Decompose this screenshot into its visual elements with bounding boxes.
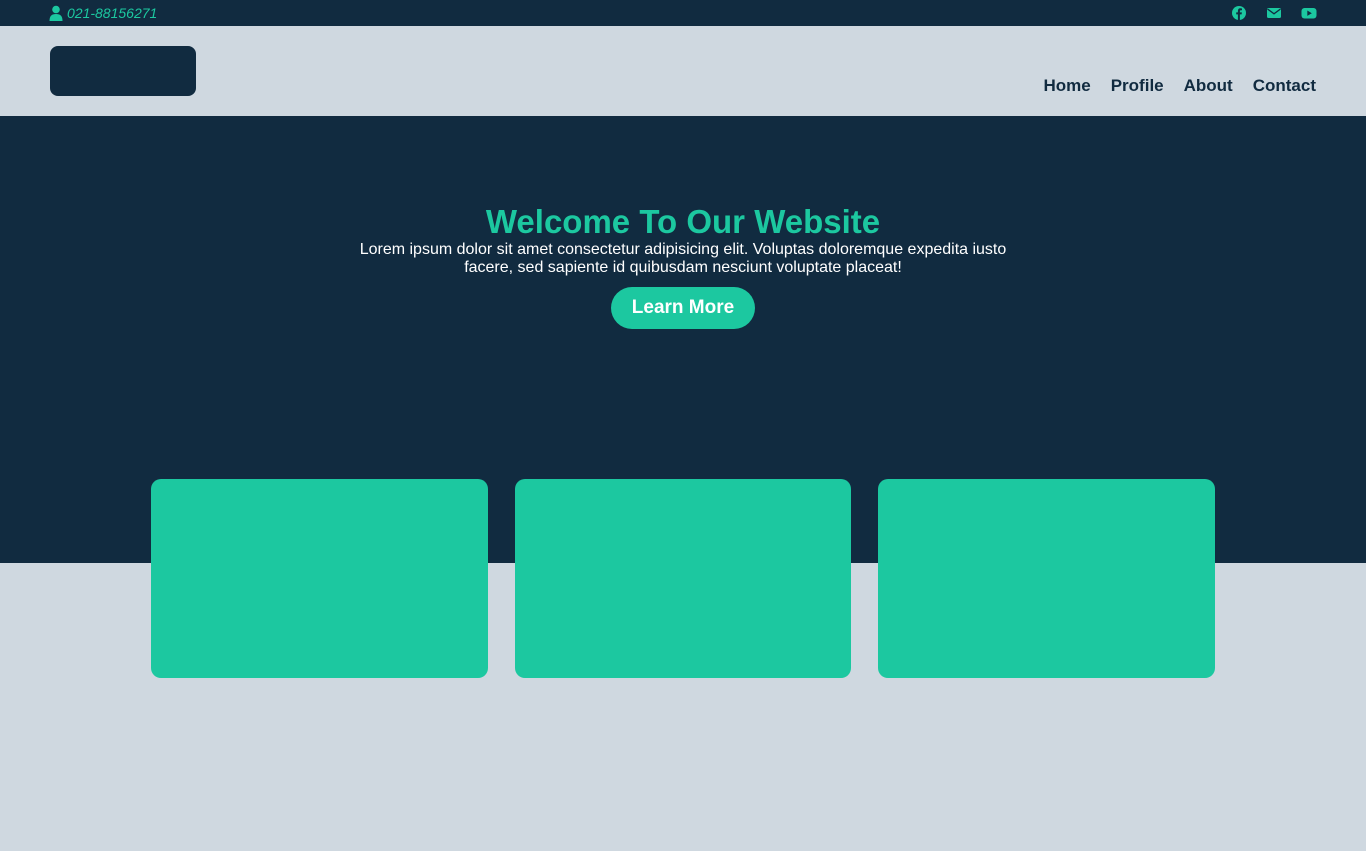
feature-card-1: [151, 479, 488, 678]
nav-about[interactable]: About: [1184, 76, 1233, 96]
hero-title: Welcome To Our Website: [485, 203, 881, 240]
hero-text: Lorem ipsum dolor sit amet consectetur a…: [359, 241, 1007, 276]
envelope-icon[interactable]: [1266, 5, 1282, 21]
top-bar: 021-88156271: [0, 0, 1366, 26]
social-links: [1231, 5, 1317, 21]
youtube-icon[interactable]: [1301, 5, 1317, 21]
main-nav: Home Profile About Contact: [1043, 76, 1316, 96]
logo[interactable]: [50, 46, 196, 96]
nav-profile[interactable]: Profile: [1111, 76, 1164, 96]
feature-card-3: [878, 479, 1215, 678]
user-icon: [49, 5, 63, 21]
feature-card-2: [515, 479, 851, 678]
phone-number: 021-88156271: [67, 5, 158, 21]
facebook-icon[interactable]: [1231, 5, 1247, 21]
nav-home[interactable]: Home: [1043, 76, 1090, 96]
contact-info: 021-88156271: [49, 5, 157, 21]
learn-more-button[interactable]: Learn More: [611, 287, 755, 329]
nav-contact[interactable]: Contact: [1253, 76, 1316, 96]
site-header: Home Profile About Contact: [0, 26, 1366, 116]
